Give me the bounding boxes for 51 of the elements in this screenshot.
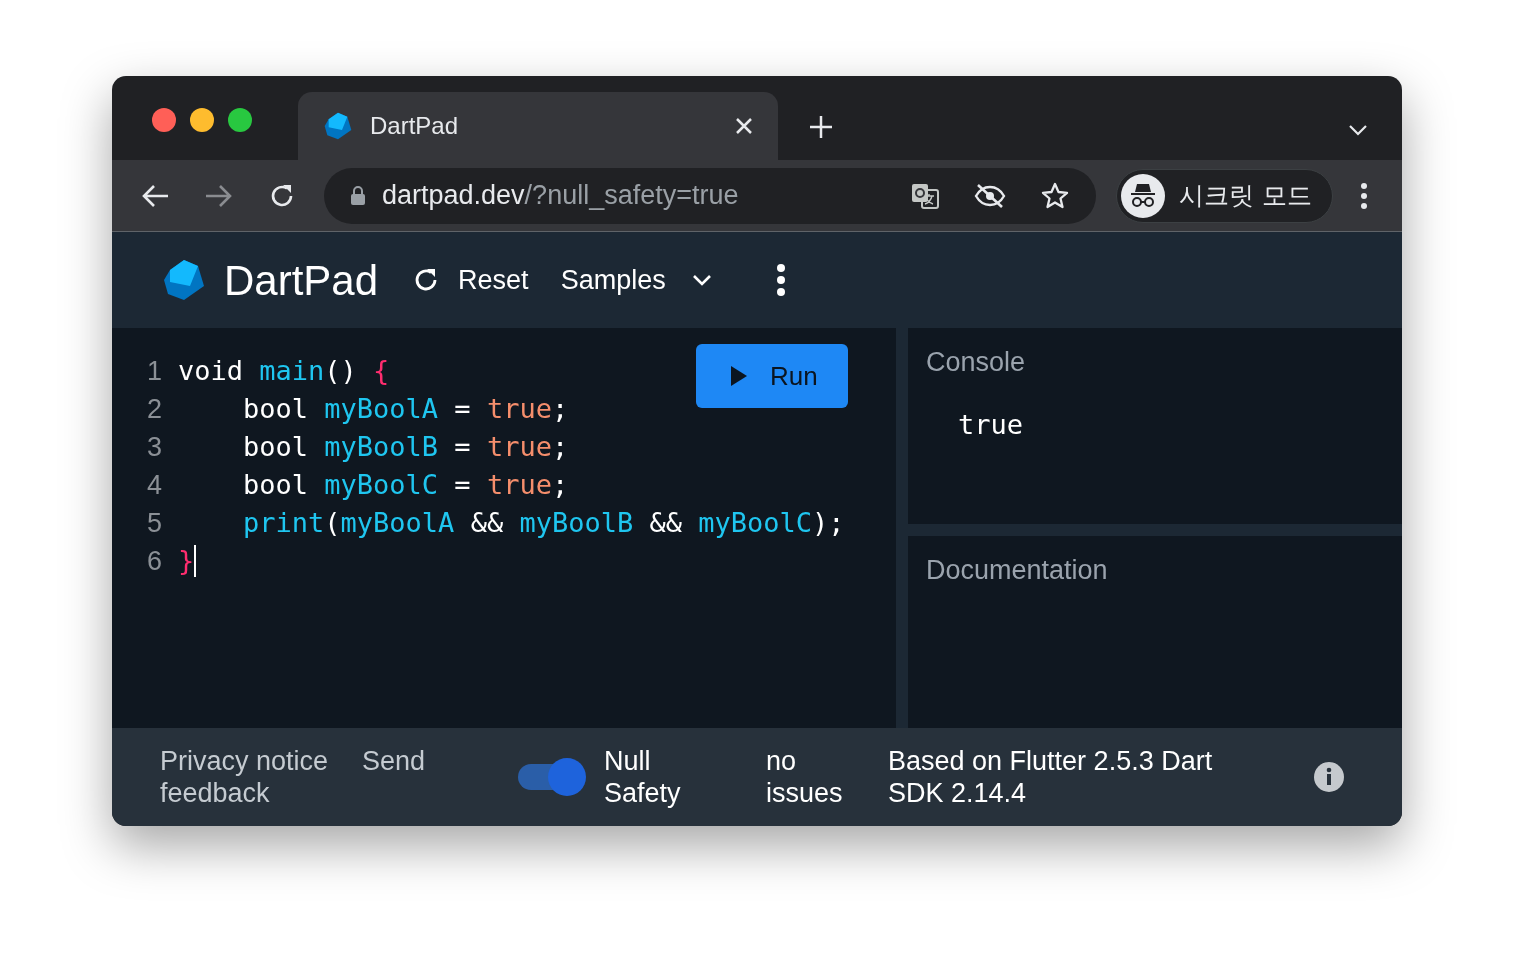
code-line: bool myBoolB = true;	[242, 430, 569, 464]
code-editor[interactable]: 1 void main() { 2 bool myBoolA = true; 3 bool myBoolB = true; 4 bool myBoolC = true; 5 print(myBoolA && myBoolB && myBoolC); 6 } Run	[112, 328, 896, 728]
panel-title: Documentation	[926, 554, 1109, 587]
line-number: 5	[145, 507, 163, 540]
reset-button[interactable]: Reset	[412, 259, 529, 301]
lock-icon	[350, 185, 366, 206]
new-tab-icon[interactable]	[808, 114, 834, 140]
profile-label: 시크릿 모드	[1179, 179, 1312, 212]
play-icon	[730, 365, 748, 387]
text-cursor	[194, 545, 197, 577]
code-line: }	[178, 544, 195, 578]
browser-tab[interactable]: DartPad	[298, 92, 778, 160]
line-number: 4	[145, 469, 163, 502]
maximize-window-icon[interactable]	[228, 108, 252, 132]
chevron-down-icon[interactable]	[1348, 124, 1368, 136]
console-output: true	[958, 407, 1025, 442]
line-number: 6	[145, 545, 163, 578]
tab-title: DartPad	[370, 111, 460, 141]
close-window-icon[interactable]	[152, 108, 176, 132]
app-title: DartPad	[224, 255, 379, 306]
null-safety-label: Null Safety	[604, 745, 682, 809]
more-icon[interactable]	[1360, 181, 1368, 210]
address-field[interactable]: dartpad.dev/?null_safety=true	[324, 167, 1096, 224]
version-text: Based on Flutter 2.5.3 Dart SDK 2.14.4	[888, 745, 1214, 809]
forward-icon[interactable]	[204, 182, 234, 209]
eye-slash-icon[interactable]	[974, 182, 1006, 209]
url-text: dartpad.dev/?null_safety=true	[382, 179, 739, 213]
more-icon[interactable]	[775, 263, 786, 297]
panel-title: Console	[926, 346, 1027, 379]
run-button[interactable]: Run	[696, 344, 848, 408]
line-number: 2	[145, 393, 163, 426]
incognito-icon	[1121, 173, 1165, 218]
info-icon[interactable]	[1314, 762, 1344, 792]
chevron-down-icon	[691, 274, 712, 286]
line-number: 1	[145, 355, 163, 388]
null-safety-switch[interactable]	[518, 758, 586, 796]
code-line: bool myBoolC = true;	[242, 468, 569, 502]
close-icon[interactable]	[734, 116, 754, 136]
star-icon[interactable]	[1040, 180, 1070, 211]
issues-status: no issues	[766, 745, 844, 809]
translate-icon[interactable]	[910, 181, 940, 210]
back-icon[interactable]	[140, 182, 170, 209]
code-line: print(myBoolA && myBoolB && myBoolC);	[242, 506, 845, 540]
minimize-window-icon[interactable]	[190, 108, 214, 132]
line-number: 3	[145, 431, 163, 464]
dart-logo-icon	[322, 110, 354, 142]
footer-links[interactable]: Privacy notice Send feedback	[160, 745, 470, 809]
code-line: bool myBoolA = true;	[242, 392, 569, 426]
incognito-badge[interactable]: 시크릿 모드	[1116, 168, 1333, 223]
samples-dropdown[interactable]: Samples	[560, 259, 712, 301]
code-line: void main() {	[178, 354, 390, 388]
